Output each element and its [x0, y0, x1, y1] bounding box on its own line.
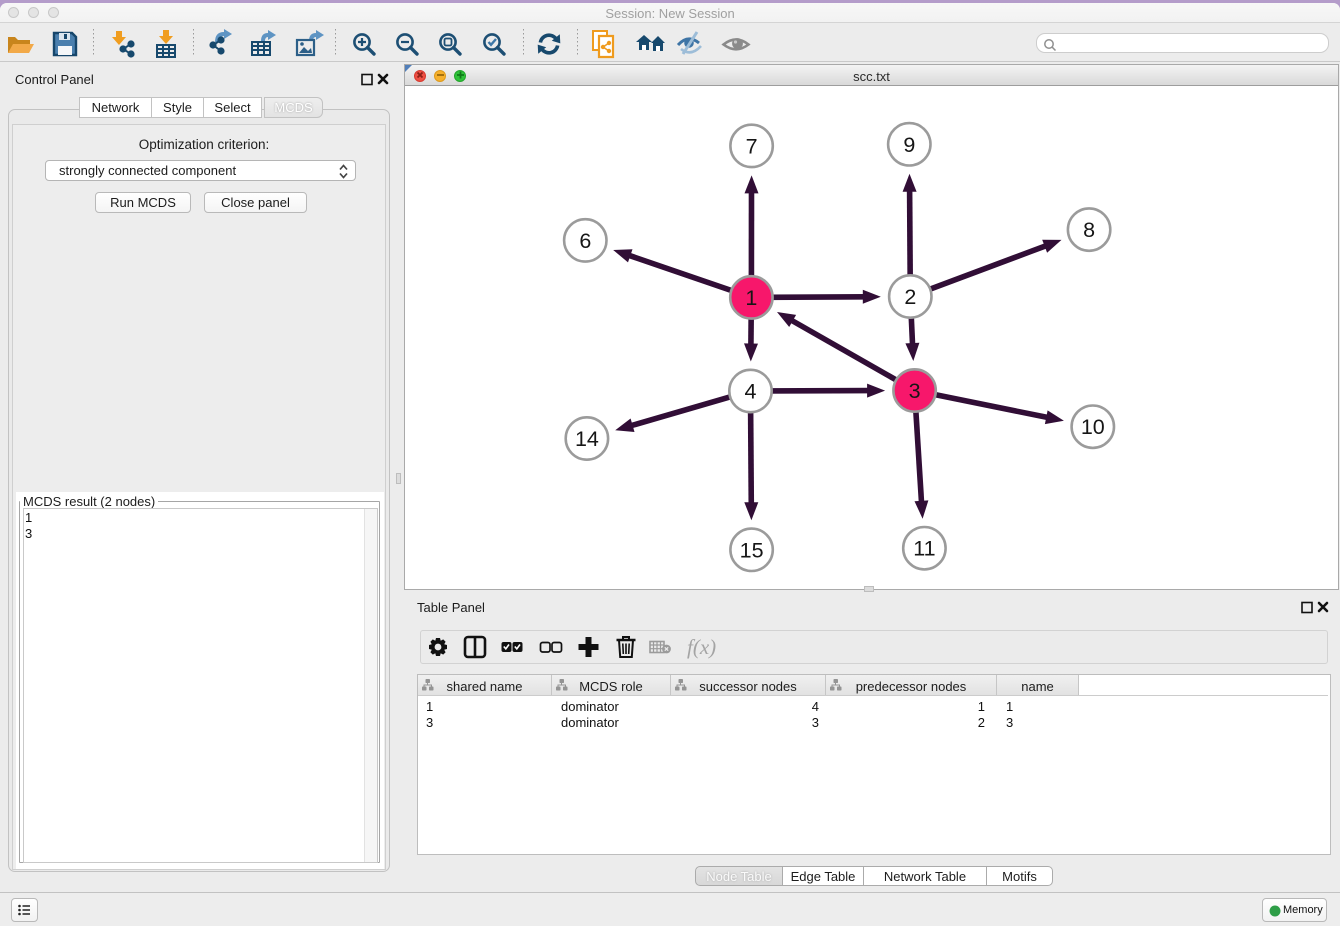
svg-text:14: 14	[575, 427, 599, 451]
svg-text:f(x): f(x)	[687, 635, 716, 659]
svg-text:7: 7	[746, 134, 758, 158]
svg-text:8: 8	[1083, 218, 1095, 242]
svg-text:15: 15	[740, 538, 764, 562]
svg-text:4: 4	[745, 380, 757, 404]
svg-text:2: 2	[904, 285, 916, 309]
svg-text:9: 9	[903, 133, 915, 157]
svg-text:1: 1	[745, 286, 757, 310]
svg-text:11: 11	[913, 537, 935, 561]
svg-text:3: 3	[909, 379, 921, 403]
svg-text:10: 10	[1081, 415, 1105, 439]
svg-text:6: 6	[579, 229, 591, 253]
